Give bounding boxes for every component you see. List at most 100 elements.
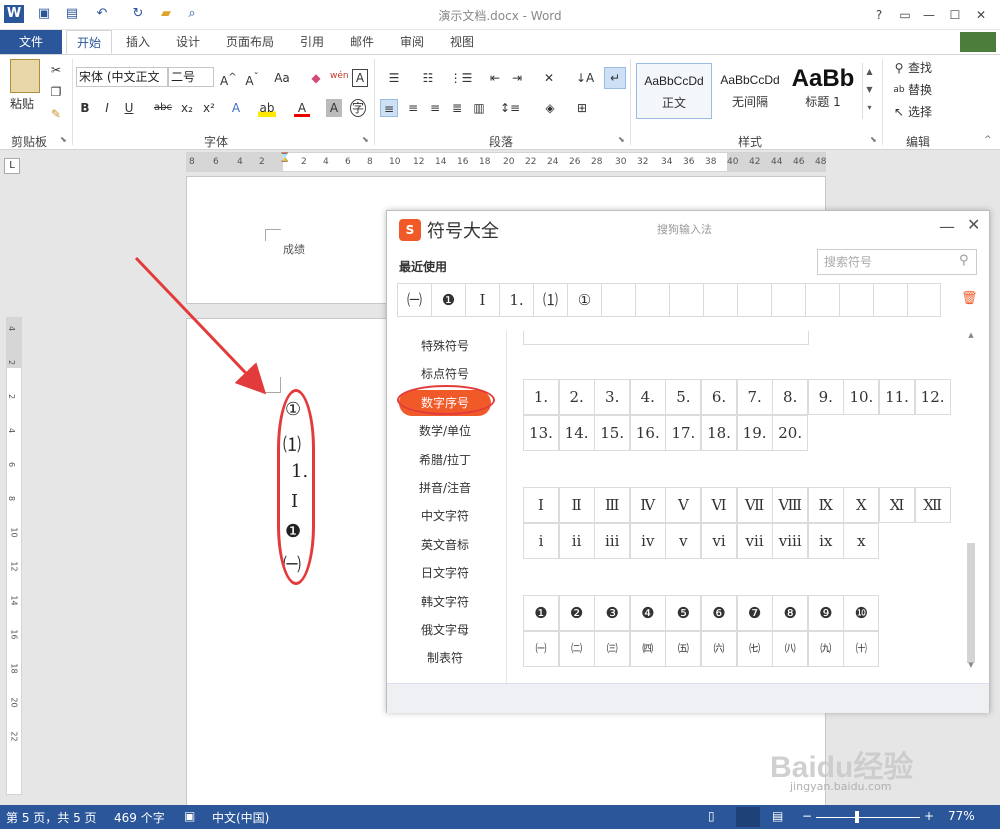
symbol-cell-dot-number[interactable]: 12. [914,379,951,415]
symbol-cell-roman-lower[interactable]: ⅵ [701,523,737,559]
symbol-cell-paren-ideograph[interactable]: ㈩ [843,631,880,667]
symbol-cell-dot-number[interactable]: 4. [629,379,666,415]
category-item[interactable]: 拼音/注音 [399,475,491,501]
recent-symbol-cell[interactable]: 1. [499,283,533,317]
symbol-cell-roman-upper[interactable]: Ⅹ [843,487,880,523]
symbol-cell-negative-circled[interactable]: ❷ [558,595,595,631]
symbol-cell-roman-lower[interactable]: ⅳ [629,523,666,559]
symbol-cell-dot-number[interactable]: 10. [843,379,880,415]
symbol-cell-roman-upper[interactable]: Ⅷ [772,487,809,523]
symbol-cell-dot-number[interactable]: 13. [523,414,559,451]
symbol-cell-negative-circled[interactable]: ❽ [772,595,809,631]
recent-symbol-cell[interactable] [805,283,839,317]
symbol-cell-roman-upper[interactable]: Ⅱ [558,487,595,523]
symbol-cell-roman-lower[interactable]: ⅸ [807,523,844,559]
symbol-cell-paren-ideograph[interactable]: ㈣ [629,631,666,667]
symbol-cell-negative-circled[interactable]: ❹ [629,595,666,631]
symbol-cell-paren-ideograph[interactable]: ㈡ [558,631,595,667]
symbol-cell-roman-upper[interactable]: Ⅲ [594,487,631,523]
recent-symbol-cell[interactable] [839,283,873,317]
category-item[interactable]: 韩文字符 [399,589,491,615]
category-item[interactable]: 中文字符 [399,503,491,529]
dialog-minimize-button[interactable]: — [939,217,955,236]
symbol-cell-dot-number[interactable]: 1. [523,379,559,415]
recent-symbol-cell[interactable] [907,283,941,317]
word-count[interactable]: 469 个字 [114,809,165,826]
symbol-cell-dot-number[interactable]: 9. [807,379,844,415]
symbol-cell-dot-number[interactable]: 11. [879,379,915,415]
symbol-cell-paren-ideograph[interactable]: ㈧ [772,631,809,667]
recent-symbol-cell[interactable] [703,283,737,317]
symbol-cell-paren-ideograph[interactable]: ㈦ [736,631,773,667]
symbol-cell-dot-number[interactable]: 8. [772,379,809,415]
symbol-cell-negative-circled[interactable]: ❿ [843,595,880,631]
symbol-cell-roman-lower[interactable]: ⅴ [665,523,702,559]
symbol-cell-negative-circled[interactable]: ❸ [594,595,631,631]
symbol-cell-roman-upper[interactable]: Ⅶ [736,487,773,523]
category-item[interactable]: 标点符号 [399,361,491,387]
category-item[interactable]: 特殊符号 [399,333,491,359]
symbol-cell-dot-number[interactable]: 20. [772,414,809,451]
symbol-cell-roman-upper[interactable]: Ⅺ [879,487,915,523]
symbol-cell-roman-upper[interactable]: Ⅸ [807,487,844,523]
symbol-cell-roman-upper[interactable]: Ⅻ [914,487,951,523]
category-item[interactable]: 英文音标 [399,532,491,558]
zoom-in-icon[interactable]: + [924,809,934,823]
search-icon[interactable]: ⚲ [959,253,969,268]
symbol-cell-roman-lower[interactable]: ⅲ [594,523,631,559]
symbol-cell-dot-number[interactable]: 16. [629,414,666,451]
recent-symbol-cell[interactable]: ❶ [431,283,465,317]
symbol-cell-dot-number[interactable]: 15. [594,414,631,451]
symbol-cell-roman-lower[interactable]: ⅹ [843,523,880,559]
symbol-cell-negative-circled[interactable]: ❼ [736,595,773,631]
recent-symbol-cell[interactable] [669,283,703,317]
zoom-out-icon[interactable]: − [802,809,812,823]
page-count[interactable]: 第 5 页，共 5 页 [6,809,97,826]
symbol-cell-roman-lower[interactable]: ⅷ [772,523,809,559]
proofing-icon[interactable]: ▣ [184,809,195,823]
symbol-cell-roman-lower[interactable]: ⅰ [523,523,559,559]
zoom-slider[interactable] [816,817,920,818]
symbol-search-input[interactable]: 搜索符号 [817,249,977,275]
recent-symbol-cell[interactable]: Ⅰ [465,283,499,317]
symbol-cell-paren-ideograph[interactable]: ㈤ [665,631,702,667]
symbol-cell-roman-lower[interactable]: ⅱ [558,523,595,559]
symbol-cell-roman-upper[interactable]: Ⅳ [629,487,666,523]
recent-symbol-cell[interactable]: ⑴ [533,283,567,317]
symbol-cell-negative-circled[interactable]: ❻ [701,595,737,631]
recent-symbol-cell[interactable] [873,283,907,317]
symbol-cell-dot-number[interactable]: 2. [558,379,595,415]
symbol-cell-dot-number[interactable]: 5. [665,379,702,415]
symbol-cell-paren-ideograph[interactable]: ㈥ [701,631,737,667]
symbol-cell-dot-number[interactable]: 18. [701,414,737,451]
symbol-cell-dot-number[interactable]: 17. [665,414,702,451]
trash-icon[interactable]: 🗑 [961,291,978,306]
category-item[interactable]: 希腊/拉丁 [399,447,491,473]
recent-symbol-cell[interactable]: ① [567,283,601,317]
symbol-cell-paren-ideograph[interactable]: ㈨ [807,631,844,667]
read-mode-icon[interactable]: ▯ [708,809,715,823]
symbol-cell-roman-lower[interactable]: ⅶ [736,523,773,559]
symbol-cell-roman-upper[interactable]: Ⅵ [701,487,737,523]
category-item[interactable]: 俄文字母 [399,617,491,643]
symbol-cell-negative-circled[interactable]: ❶ [523,595,559,631]
zoom-thumb[interactable] [855,811,859,823]
symbol-cell-dot-number[interactable]: 3. [594,379,631,415]
symbol-cell-paren-ideograph[interactable]: ㈢ [594,631,631,667]
recent-symbol-cell[interactable] [635,283,669,317]
symbol-cell-negative-circled[interactable]: ❾ [807,595,844,631]
recent-symbol-cell[interactable] [601,283,635,317]
language[interactable]: 中文(中国) [212,809,269,826]
symbol-cell-dot-number[interactable]: 14. [558,414,595,451]
category-item[interactable]: 数学/单位 [399,418,491,444]
web-layout-icon[interactable]: ▤ [772,809,783,823]
grid-scroll-thumb[interactable] [967,543,975,663]
print-layout-icon[interactable] [736,807,760,827]
symbol-cell-dot-number[interactable]: 7. [736,379,773,415]
category-item[interactable]: 日文字符 [399,560,491,586]
category-item[interactable]: 制表符 [399,645,491,671]
symbol-cell-negative-circled[interactable]: ❺ [665,595,702,631]
symbol-cell-dot-number[interactable]: 6. [701,379,737,415]
recent-symbol-cell[interactable]: ㈠ [397,283,431,317]
grid-scrollbar[interactable]: ▲ ▼ [967,331,975,671]
